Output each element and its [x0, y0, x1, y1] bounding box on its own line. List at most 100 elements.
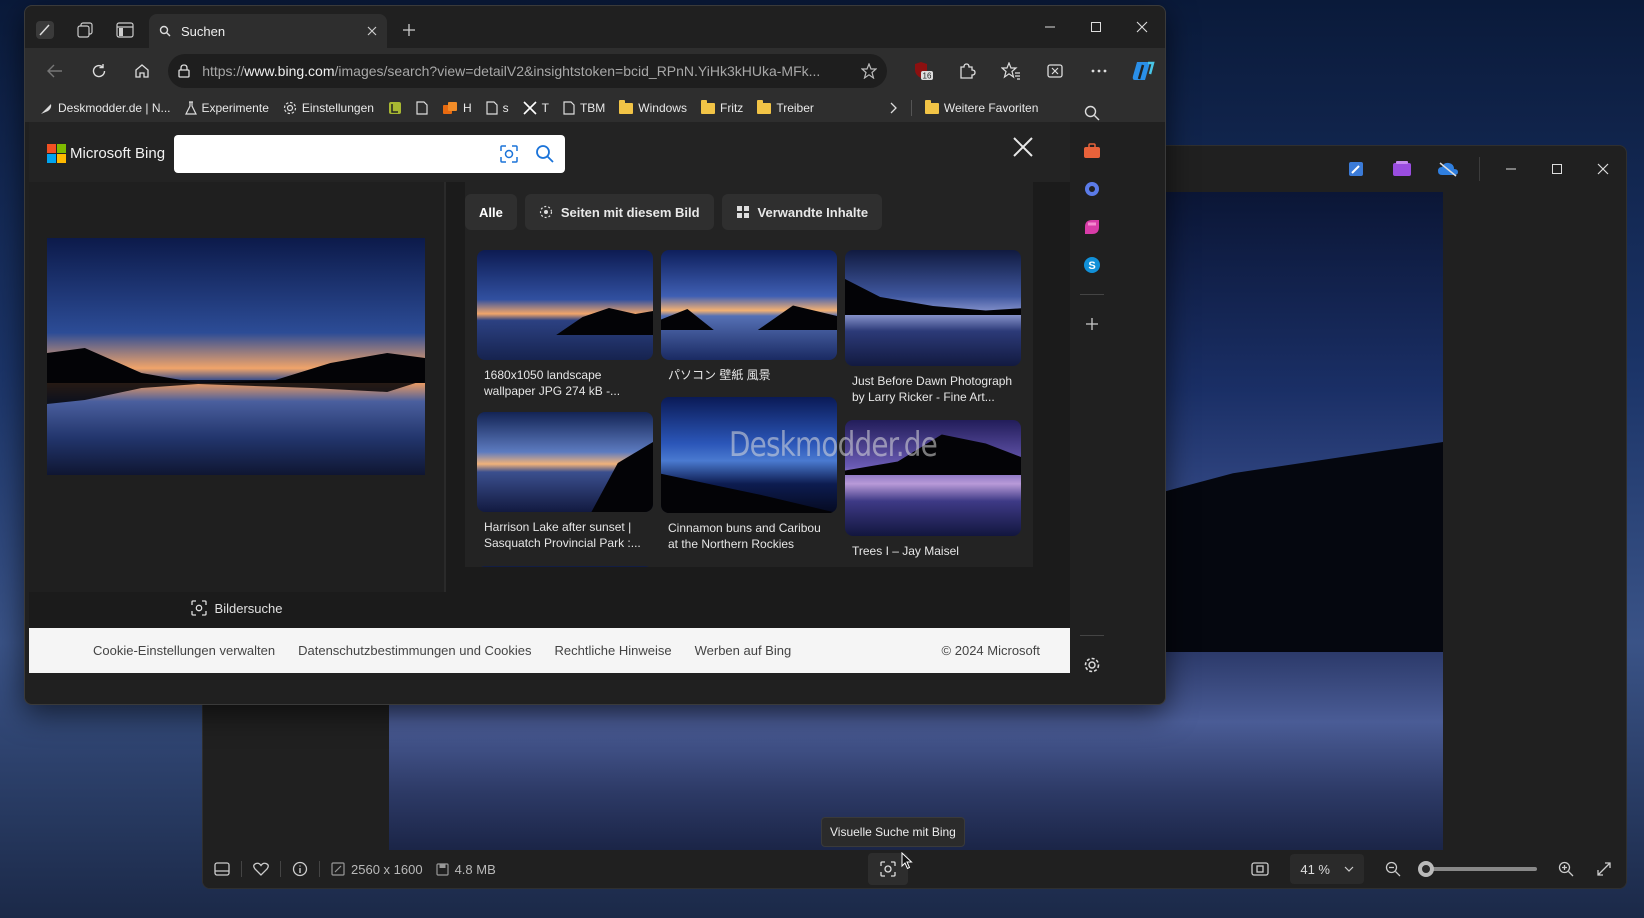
result-card[interactable]: Cinnamon buns and Caribou at the Norther… [661, 397, 837, 552]
query-image[interactable] [47, 238, 425, 475]
fullscreen-button[interactable] [1585, 850, 1626, 888]
tab-verwandte-inhalte[interactable]: Verwandte Inhalte [721, 194, 883, 230]
profile-button[interactable] [25, 12, 65, 48]
favorite-app[interactable] [381, 96, 409, 120]
favorite-s[interactable]: s [479, 96, 516, 120]
onedrive-icon[interactable] [1425, 146, 1471, 192]
forest-silhouette [556, 308, 653, 335]
tab-seiten-mit-diesem-bild[interactable]: Seiten mit diesem Bild [524, 194, 714, 230]
close-tab-icon[interactable] [367, 26, 377, 36]
favorite-folder-weitere[interactable]: Weitere Favoriten [918, 96, 1045, 120]
sidebar-skype-button[interactable]: S [1075, 246, 1109, 284]
favorite-t[interactable]: T [516, 96, 556, 120]
page-icon [486, 101, 498, 115]
favorite-page[interactable] [409, 96, 435, 120]
skype-icon: S [1084, 257, 1100, 273]
filmstrip-icon [214, 862, 230, 876]
copilot-button[interactable] [1121, 54, 1165, 88]
result-image[interactable] [477, 250, 653, 360]
screenshot-button[interactable] [1033, 54, 1077, 88]
home-button[interactable] [120, 54, 164, 88]
maximize-icon[interactable] [1534, 146, 1580, 192]
search-icon[interactable] [535, 144, 555, 164]
result-card[interactable]: 1680x1050 landscape wallpaper JPG 274 kB… [477, 250, 653, 399]
filmstrip-button[interactable] [203, 850, 241, 888]
image-filesize: 4.8 MB [454, 861, 496, 877]
new-tab-button[interactable] [389, 12, 429, 48]
privacy-link[interactable]: Datenschutzbestimmungen und Cookies [298, 643, 531, 658]
favorite-button[interactable] [242, 850, 280, 888]
favorite-tbm[interactable]: TBM [556, 96, 612, 120]
maximize-button[interactable] [1073, 6, 1119, 48]
legal-link[interactable]: Rechtliche Hinweise [555, 643, 672, 658]
zoom-dropdown[interactable]: 41 % [1290, 854, 1364, 884]
microsoft-bing-logo[interactable]: Microsoft Bing [47, 144, 165, 163]
sidebar-tools-button[interactable] [1075, 132, 1109, 170]
workspaces-button[interactable] [65, 12, 105, 48]
close-window-button[interactable] [1119, 6, 1165, 48]
sidebar-designer-button[interactable] [1075, 208, 1109, 246]
favorite-folder-windows[interactable]: Windows [612, 96, 694, 120]
visual-search-icon[interactable] [499, 144, 519, 164]
bing-search-input[interactable] [174, 135, 565, 173]
page-icon [416, 101, 428, 115]
minimize-icon[interactable] [1488, 146, 1534, 192]
result-card[interactable]: Harrison Lake after sunset | Sasquatch P… [477, 412, 653, 551]
gear-icon [283, 101, 296, 115]
dimensions-info: 2560 x 1600 [320, 850, 434, 888]
separator [1080, 635, 1104, 636]
folder-icon [757, 99, 772, 114]
sidebar-copilot-button[interactable] [1075, 170, 1109, 208]
zoom-slider-thumb[interactable] [1418, 861, 1434, 877]
zoom-in-button[interactable] [1547, 850, 1585, 888]
result-card[interactable]: Just Before Dawn Photograph by Larry Ric… [845, 250, 1021, 405]
sidebar-settings-button[interactable] [1075, 646, 1109, 684]
zoom-out-button[interactable] [1374, 850, 1412, 888]
zoom-slider[interactable] [1418, 861, 1537, 877]
bildersuche-button[interactable]: Bildersuche [29, 592, 444, 624]
star-icon[interactable] [861, 63, 877, 79]
forest-silhouette [47, 348, 425, 383]
sidebar-search-button[interactable] [1075, 94, 1109, 132]
copyright-text: © 2024 Microsoft [941, 643, 1040, 658]
close-icon[interactable] [1012, 136, 1034, 158]
tab-suchen[interactable]: Suchen [149, 14, 387, 48]
info-button[interactable] [281, 850, 319, 888]
result-card[interactable] [477, 566, 653, 567]
deskmodder-watermark: Deskmodder.de [729, 425, 938, 465]
minimize-button[interactable] [1027, 6, 1073, 48]
back-button[interactable] [33, 54, 77, 88]
orange-app-icon [442, 102, 457, 114]
favorite-h[interactable]: H [435, 96, 479, 120]
result-image[interactable] [845, 250, 1021, 366]
extensions-button[interactable] [945, 54, 989, 88]
collections-icon [77, 22, 93, 38]
cookie-settings-link[interactable]: Cookie-Einstellungen verwalten [93, 643, 275, 658]
favorite-deskmodder[interactable]: Deskmodder.de | N... [33, 96, 178, 120]
query-image-pane [29, 182, 444, 592]
result-image[interactable] [661, 250, 837, 360]
advertise-link[interactable]: Werben auf Bing [695, 643, 792, 658]
close-icon[interactable] [1580, 146, 1626, 192]
edit-icon[interactable] [1333, 146, 1379, 192]
address-bar[interactable]: https://www.bing.com/images/search?view=… [168, 54, 887, 88]
sidebar-add-button[interactable] [1075, 305, 1109, 343]
favorites-button[interactable] [989, 54, 1033, 88]
ublock-extension-button[interactable]: 16 [901, 54, 945, 88]
favorite-experimente[interactable]: Experimente [178, 96, 276, 120]
separator [1479, 157, 1480, 181]
favorites-overflow-button[interactable] [883, 96, 905, 120]
result-card[interactable]: パソコン 壁紙 風景 [661, 250, 837, 383]
result-image[interactable] [477, 412, 653, 512]
tab-actions-button[interactable] [105, 12, 145, 48]
favorite-folder-treiber[interactable]: Treiber [750, 96, 821, 120]
grid-icon [736, 206, 749, 218]
favorite-folder-fritz[interactable]: Fritz [694, 96, 750, 120]
tab-alle[interactable]: Alle [465, 194, 517, 230]
favorite-einstellungen[interactable]: Einstellungen [276, 96, 381, 120]
result-image[interactable] [477, 566, 653, 567]
refresh-button[interactable] [77, 54, 121, 88]
clipchamp-icon[interactable] [1379, 146, 1425, 192]
more-button[interactable] [1077, 54, 1121, 88]
fit-to-window-button[interactable] [1240, 850, 1280, 888]
